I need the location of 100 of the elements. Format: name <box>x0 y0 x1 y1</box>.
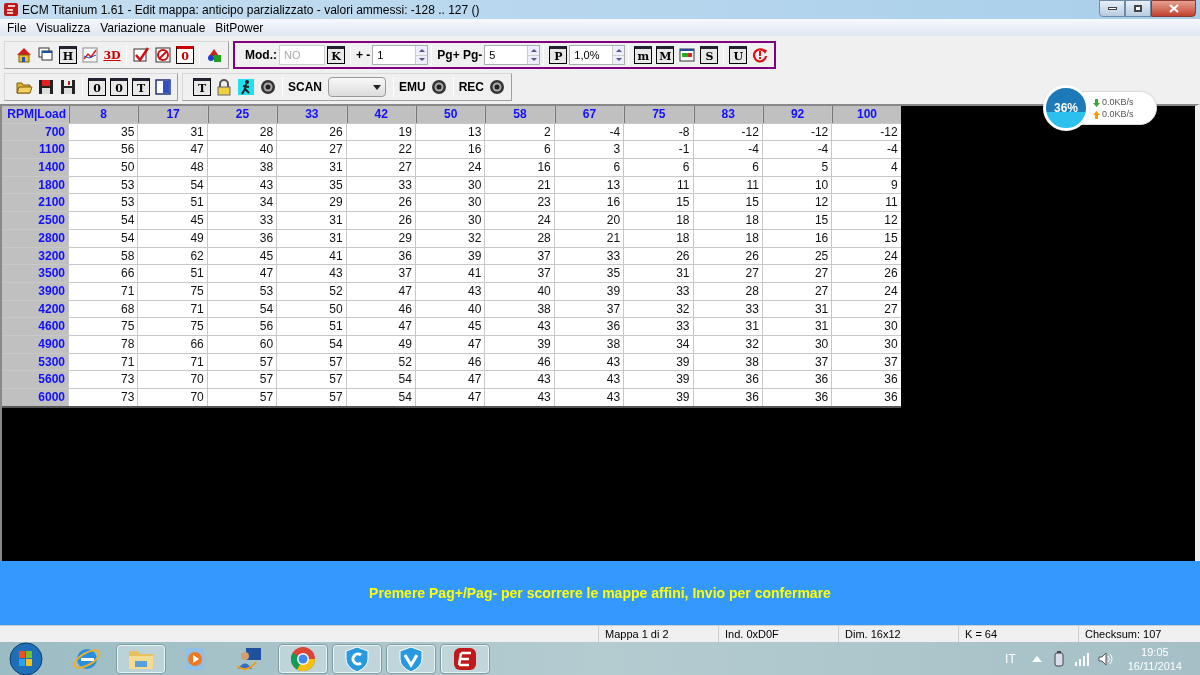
table-cell[interactable]: 54 <box>277 335 346 353</box>
toolbar-button[interactable]: T <box>193 78 211 96</box>
table-cell[interactable]: 47 <box>415 335 485 353</box>
table-cell[interactable]: 71 <box>138 300 207 318</box>
table-cell[interactable]: 31 <box>762 318 832 335</box>
table-cell[interactable]: 30 <box>415 194 485 212</box>
table-cell[interactable]: -12 <box>762 123 832 141</box>
table-cell[interactable]: 27 <box>277 141 346 159</box>
table-cell[interactable]: 16 <box>415 141 485 159</box>
table-cell[interactable]: 6 <box>554 159 624 176</box>
table-cell[interactable]: 53 <box>69 176 138 194</box>
table-cell[interactable]: 11 <box>693 176 762 194</box>
table-cell[interactable]: 52 <box>346 353 415 371</box>
toolbar-button[interactable]: T <box>132 78 150 96</box>
table-cell[interactable]: 30 <box>832 335 901 353</box>
table-cell[interactable]: 51 <box>138 265 207 282</box>
toolbar-button[interactable]: m <box>634 46 653 64</box>
table-cell[interactable]: 18 <box>693 229 762 247</box>
table-cell[interactable]: 27 <box>346 159 415 176</box>
table-cell[interactable]: 71 <box>69 282 138 300</box>
table-cell[interactable]: 5 <box>762 159 832 176</box>
table-cell[interactable]: 50 <box>69 159 138 176</box>
table-cell[interactable]: 58 <box>69 247 138 265</box>
table-cell[interactable]: 66 <box>69 265 138 282</box>
table-cell[interactable]: 25 <box>762 247 832 265</box>
table-cell[interactable]: 15 <box>693 194 762 212</box>
menu-item[interactable]: Visualizza <box>31 18 96 37</box>
table-cell[interactable]: 36 <box>693 371 762 388</box>
table-cell[interactable]: -4 <box>693 141 762 159</box>
table-cell[interactable]: 35 <box>69 123 138 141</box>
menu-item[interactable]: BitPower <box>210 18 269 37</box>
table-cell[interactable]: 54 <box>207 300 277 318</box>
table-cell[interactable]: 39 <box>624 389 693 406</box>
table-cell[interactable]: 15 <box>832 229 901 247</box>
table-cell[interactable]: 6 <box>624 159 693 176</box>
table-cell[interactable]: 30 <box>415 212 485 229</box>
table-cell[interactable]: 46 <box>485 353 554 371</box>
table-cell[interactable]: 27 <box>762 282 832 300</box>
table-cell[interactable]: 70 <box>138 389 207 406</box>
table-cell[interactable]: 26 <box>832 265 901 282</box>
table-cell[interactable]: 13 <box>554 176 624 194</box>
table-cell[interactable]: 21 <box>485 176 554 194</box>
table-cell[interactable]: 30 <box>415 176 485 194</box>
table-cell[interactable]: 57 <box>277 389 346 406</box>
table-cell[interactable]: 27 <box>762 265 832 282</box>
table-cell[interactable]: 41 <box>415 265 485 282</box>
table-cell[interactable]: 49 <box>138 229 207 247</box>
table-cell[interactable]: 50 <box>277 300 346 318</box>
table-cell[interactable]: 39 <box>624 353 693 371</box>
table-cell[interactable]: 16 <box>762 229 832 247</box>
table-cell[interactable]: 37 <box>485 265 554 282</box>
table-cell[interactable]: 12 <box>832 212 901 229</box>
spin-field[interactable]: 5 <box>484 45 541 65</box>
table-cell[interactable]: 41 <box>277 247 346 265</box>
table-cell[interactable]: 57 <box>207 353 277 371</box>
table-cell[interactable]: 36 <box>693 389 762 406</box>
table-cell[interactable]: 43 <box>554 389 624 406</box>
table-cell[interactable]: 32 <box>415 229 485 247</box>
table-cell[interactable]: 24 <box>832 247 901 265</box>
table-cell[interactable]: 31 <box>138 123 207 141</box>
table-cell[interactable]: 38 <box>485 300 554 318</box>
table-cell[interactable]: 56 <box>207 318 277 335</box>
table-cell[interactable]: 45 <box>415 318 485 335</box>
table-cell[interactable]: 54 <box>69 229 138 247</box>
toolbar-button[interactable]: 0 <box>88 78 106 96</box>
table-cell[interactable]: 34 <box>624 335 693 353</box>
table-cell[interactable]: 52 <box>277 282 346 300</box>
table-cell[interactable]: 33 <box>624 318 693 335</box>
table-cell[interactable]: 68 <box>69 300 138 318</box>
table-cell[interactable]: 37 <box>554 300 624 318</box>
table-cell[interactable]: 75 <box>138 318 207 335</box>
table-cell[interactable]: 26 <box>277 123 346 141</box>
table-cell[interactable]: 31 <box>624 265 693 282</box>
table-cell[interactable]: 11 <box>624 176 693 194</box>
table-cell[interactable]: 60 <box>207 335 277 353</box>
table-cell[interactable]: 43 <box>485 389 554 406</box>
toolbar-button[interactable]: U <box>729 46 748 64</box>
table-cell[interactable]: 35 <box>277 176 346 194</box>
table-cell[interactable]: 32 <box>624 300 693 318</box>
table-cell[interactable]: 57 <box>207 389 277 406</box>
table-cell[interactable]: 16 <box>485 159 554 176</box>
table-cell[interactable]: 38 <box>554 335 624 353</box>
table-cell[interactable]: 6 <box>485 141 554 159</box>
table-cell[interactable]: 33 <box>693 300 762 318</box>
table-cell[interactable]: 18 <box>624 212 693 229</box>
table-cell[interactable]: 54 <box>346 371 415 388</box>
table-cell[interactable]: 26 <box>693 247 762 265</box>
table-cell[interactable]: 15 <box>624 194 693 212</box>
table-cell[interactable]: 43 <box>554 353 624 371</box>
toolbar-button[interactable]: 3D <box>103 46 121 64</box>
table-cell[interactable]: 40 <box>207 141 277 159</box>
table-cell[interactable]: 47 <box>346 282 415 300</box>
table-cell[interactable]: -4 <box>762 141 832 159</box>
toolbar-button[interactable]: P <box>549 46 568 64</box>
table-cell[interactable]: 23 <box>485 194 554 212</box>
table-cell[interactable]: 26 <box>346 194 415 212</box>
table-cell[interactable]: 43 <box>485 318 554 335</box>
table-cell[interactable]: 39 <box>624 371 693 388</box>
table-cell[interactable]: 73 <box>69 371 138 388</box>
table-cell[interactable]: 36 <box>762 389 832 406</box>
